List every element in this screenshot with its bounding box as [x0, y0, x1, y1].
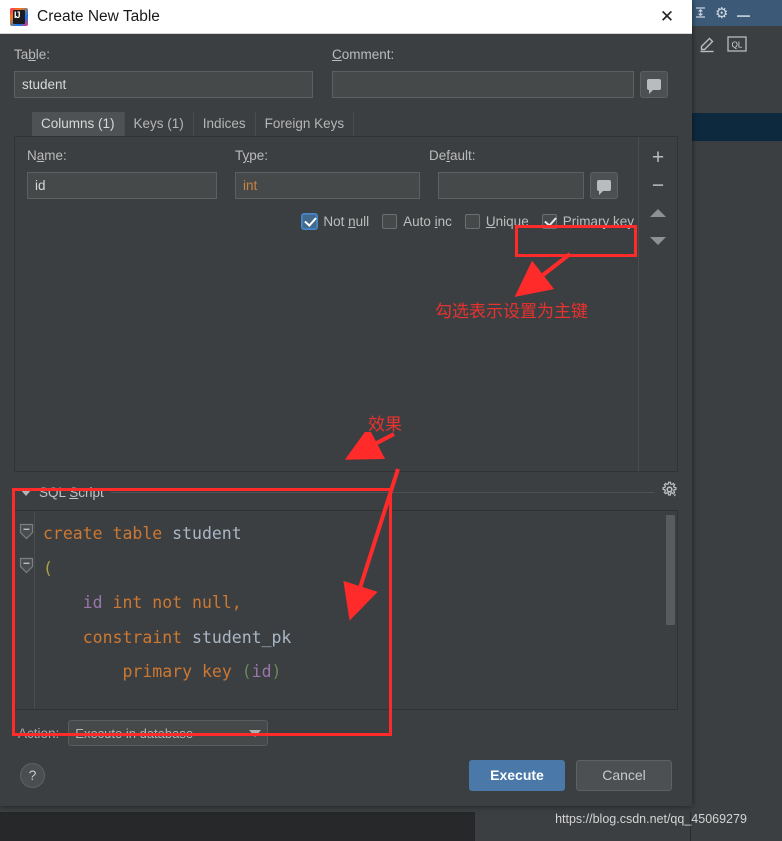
column-actions-sidebar: + − [638, 137, 678, 472]
create-new-table-dialog: IJ Create New Table ✕ Table: Comment: st… [0, 0, 692, 806]
auto-inc-checkbox-icon[interactable] [382, 214, 398, 229]
intellij-idea-logo-icon: IJ [10, 7, 28, 26]
unique-label: Unique [485, 214, 529, 229]
column-flags-row: Not null Auto inc Unique Primary key [27, 214, 638, 229]
action-dropdown[interactable]: Execute in database [68, 720, 269, 746]
checkbox-unique[interactable]: Unique [464, 214, 529, 229]
svg-text:QL: QL [732, 40, 743, 49]
column-editor: Name: Type: Default: id int Not null Aut… [14, 137, 638, 472]
comment-bubble-icon[interactable] [640, 71, 668, 98]
collapse-all-icon[interactable] [694, 6, 707, 21]
gear-icon[interactable]: ⚙ [715, 4, 728, 22]
arrow-down-icon[interactable] [643, 229, 673, 253]
plus-icon[interactable]: + [643, 145, 673, 169]
default-comment-bubble-icon[interactable] [590, 172, 618, 199]
auto-inc-label: Auto inc [403, 214, 452, 229]
top-fields-row: student [14, 71, 678, 98]
table-label: Table: [14, 47, 51, 62]
comment-label: Comment: [332, 47, 395, 62]
unique-checkbox-icon[interactable] [464, 214, 480, 229]
sql-code-content[interactable]: create table student ( id int not null, c… [41, 511, 677, 709]
ide-editor-area [0, 812, 475, 841]
action-row: Action: Execute in database [14, 720, 678, 746]
table-name-input[interactable]: student [14, 71, 313, 98]
primary-key-label: Primary key [562, 214, 634, 229]
code-line: ( [43, 558, 53, 578]
tab-bar: Columns (1) Keys (1) Indices Foreign Key… [14, 112, 678, 137]
action-label: Action: [18, 725, 60, 741]
dialog-titlebar: IJ Create New Table ✕ [0, 0, 692, 34]
dialog-footer: ? Execute Cancel [0, 744, 692, 806]
editor-gutter [15, 511, 41, 709]
sql-script-header: SQL Script [14, 481, 678, 503]
cancel-button[interactable]: Cancel [576, 759, 672, 791]
code-line: create table student [43, 524, 242, 543]
pencil-icon[interactable] [698, 35, 716, 58]
ide-toolbar: ⚙ [690, 0, 782, 26]
checkbox-not-null[interactable]: Not null [302, 214, 369, 229]
ql-console-icon[interactable]: QL [726, 35, 748, 58]
type-label: Type: [235, 148, 269, 163]
tab-foreign-keys[interactable]: Foreign Keys [255, 112, 355, 136]
caret-down-icon[interactable] [20, 488, 32, 496]
arrow-up-icon[interactable] [643, 201, 673, 225]
top-labels-row: Table: Comment: [14, 46, 678, 64]
code-line: constraint student_pk [82, 627, 292, 647]
tab-columns[interactable]: Columns (1) [32, 112, 125, 136]
columns-panel: Name: Type: Default: id int Not null Aut… [14, 137, 678, 472]
code-line: id int not null, [82, 593, 242, 612]
column-labels-row: Name: Type: Default: [27, 147, 638, 165]
default-label: Default: [429, 148, 476, 163]
sql-editor[interactable]: create table student ( id int not null, c… [14, 510, 678, 710]
primary-key-checkbox-icon[interactable] [541, 214, 557, 229]
dialog-body: Table: Comment: student Columns (1) Keys… [0, 46, 692, 746]
tab-indices[interactable]: Indices [193, 112, 256, 136]
sql-header-divider [110, 491, 654, 493]
not-null-checkbox-icon[interactable] [302, 214, 318, 229]
minus-icon[interactable]: − [643, 173, 673, 197]
column-fields-row: id int [27, 172, 638, 199]
editor-scrollbar[interactable] [666, 515, 675, 625]
column-type-input[interactable]: int [235, 172, 420, 199]
sql-script-title: SQL Script [39, 484, 104, 500]
help-button[interactable]: ? [20, 762, 45, 788]
watermark: https://blog.csdn.net/qq_45069279 [555, 812, 747, 826]
minimize-icon[interactable] [736, 7, 751, 20]
execute-button[interactable]: Execute [469, 759, 565, 791]
not-null-label: Not null [323, 214, 370, 229]
dialog-title: Create New Table [37, 7, 160, 25]
code-line: primary key (id) [122, 662, 282, 681]
checkbox-auto-inc[interactable]: Auto inc [382, 214, 452, 229]
code-fold-icon[interactable] [19, 557, 34, 574]
ide-secondary-toolbar: QL [690, 28, 782, 64]
tab-keys[interactable]: Keys (1) [124, 112, 194, 136]
chevron-down-icon [249, 729, 262, 737]
close-icon[interactable]: ✕ [648, 2, 686, 32]
name-label: Name: [27, 148, 67, 163]
checkbox-primary-key[interactable]: Primary key [541, 214, 634, 229]
action-value: Execute in database [75, 725, 194, 741]
column-name-input[interactable]: id [27, 172, 217, 199]
code-fold-icon[interactable] [19, 523, 34, 540]
comment-input[interactable] [332, 71, 634, 98]
column-default-input[interactable] [438, 172, 584, 199]
gear-icon[interactable] [661, 481, 678, 503]
ide-selected-item[interactable] [692, 113, 782, 141]
